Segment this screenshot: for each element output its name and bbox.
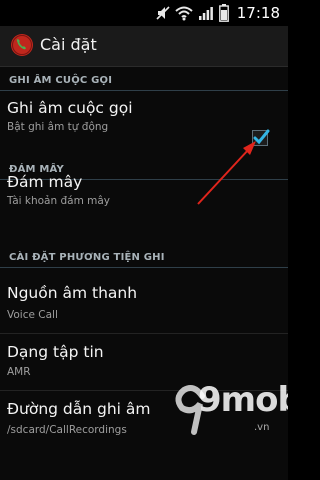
status-bar: 17:18 — [0, 0, 288, 26]
setting-summary: Voice Call — [7, 309, 58, 321]
setting-audio-source[interactable]: Nguồn âm thanh Voice Call — [0, 278, 288, 334]
status-bar-clock: 17:18 — [236, 4, 280, 22]
battery-icon — [218, 4, 229, 22]
action-bar: Cài đặt — [0, 26, 288, 67]
setting-title: Dạng tập tin — [7, 343, 104, 361]
setting-summary: /sdcard/CallRecordings — [7, 424, 127, 436]
check-icon — [253, 129, 270, 145]
setting-summary: Bật ghi âm tự động — [7, 121, 109, 133]
watermark-brand: 9mobi — [198, 380, 288, 420]
setting-auto-record[interactable]: Ghi âm cuộc gọi Bật ghi âm tự động — [0, 92, 288, 148]
setting-title: Nguồn âm thanh — [7, 284, 138, 302]
setting-cloud[interactable]: Đám mây Tài khoản đám mây — [0, 166, 288, 222]
wifi-icon — [175, 6, 193, 21]
setting-title: Đám mây — [7, 173, 83, 191]
android-screen: 17:18 Cài đặt GHI ÂM CUỘC GỌI Ghi âm cuộ… — [0, 0, 288, 480]
setting-summary: AMR — [7, 366, 31, 378]
setting-summary: Tài khoản đám mây — [7, 195, 111, 207]
watermark-suffix: .vn — [254, 422, 270, 433]
page-title: Cài đặt — [40, 35, 97, 54]
setting-title: Đường dẫn ghi âm — [7, 400, 151, 418]
section-header-recording-media: CÀI ĐẶT PHƯƠNG TIỆN GHI — [0, 245, 288, 268]
section-header-call-recording: GHI ÂM CUỘC GỌI — [0, 68, 288, 91]
watermark-logo: 9mobi .vn — [172, 378, 288, 448]
divider — [0, 333, 288, 334]
auto-record-checkbox[interactable] — [252, 129, 270, 146]
mute-icon — [156, 6, 170, 20]
call-recorder-icon[interactable] — [10, 33, 34, 57]
signal-icon — [198, 7, 213, 20]
setting-title: Ghi âm cuộc gọi — [7, 99, 133, 117]
